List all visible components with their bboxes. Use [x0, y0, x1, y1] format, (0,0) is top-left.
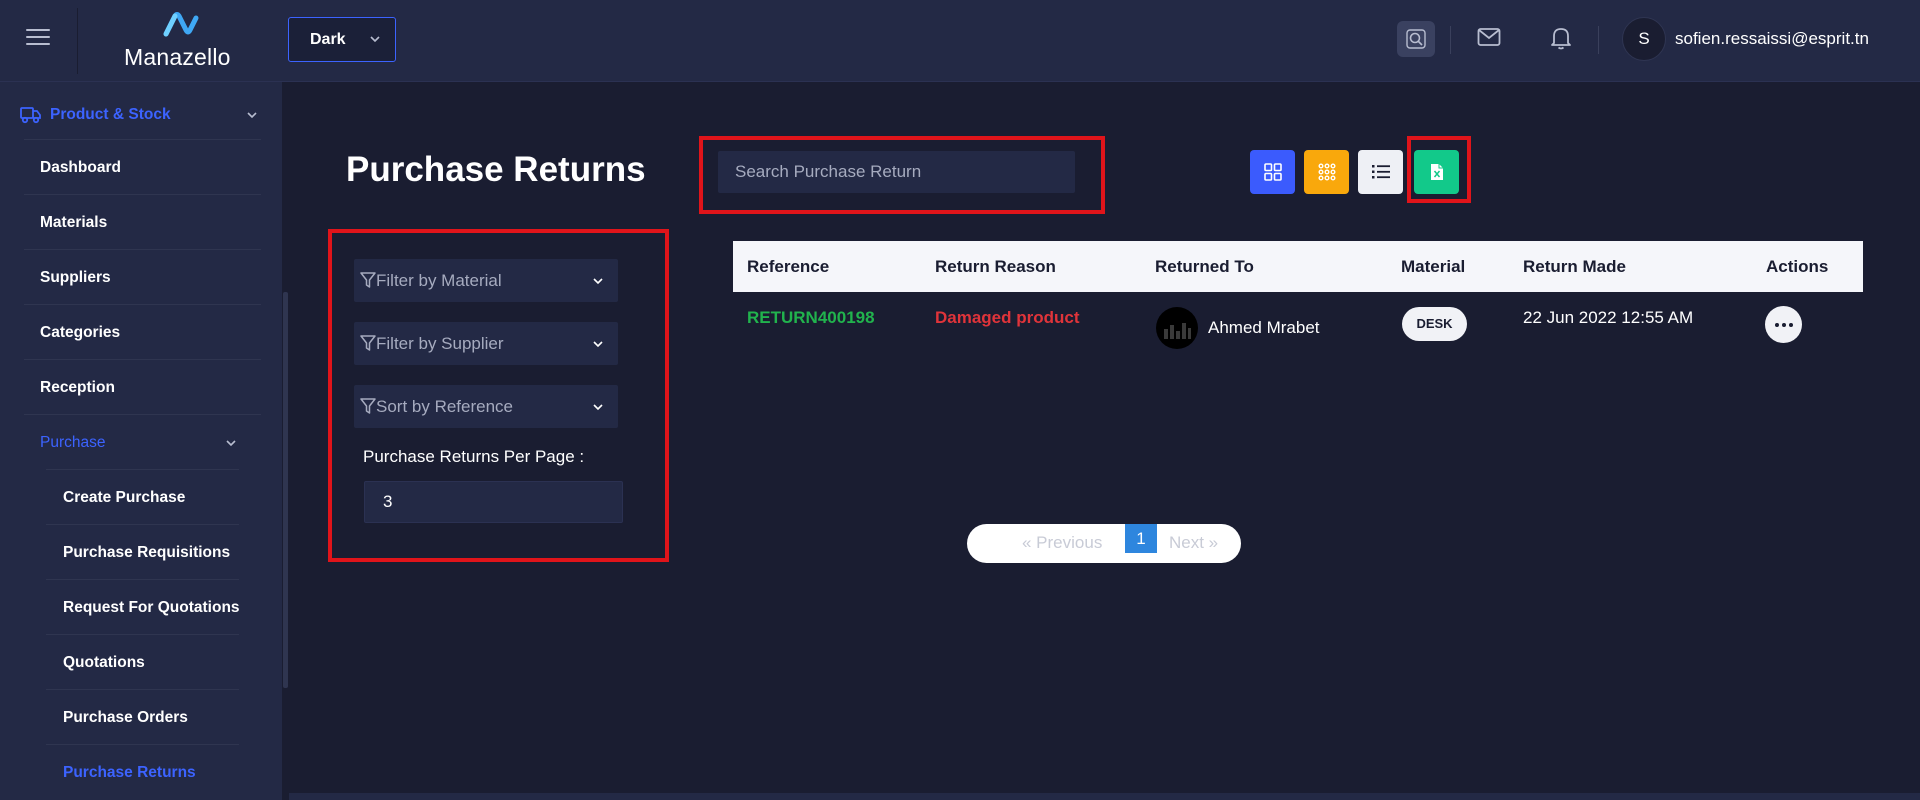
logo-mark-icon — [163, 12, 199, 37]
list-view-button[interactable] — [1358, 150, 1403, 194]
sidebar-item-label: Dashboard — [40, 159, 121, 176]
sidebar-subitem-label: Purchase Requisitions — [63, 544, 231, 561]
sidebar-subitem-purchase-orders[interactable]: Purchase Orders — [46, 689, 239, 744]
sidebar-group-product-stock[interactable]: Product & Stock — [18, 101, 263, 131]
sidebar-subitem-purchase-requisitions[interactable]: Purchase Requisitions — [46, 524, 239, 579]
header-search-button[interactable] — [1397, 21, 1435, 57]
row-return-reason: Damaged product — [935, 308, 1080, 327]
sidebar-item-label: Materials — [40, 214, 108, 231]
sidebar-group-label: Product & Stock — [50, 106, 171, 123]
filter-icon — [360, 398, 376, 414]
sort-reference-select[interactable]: Sort by Reference — [354, 385, 618, 428]
filter-icon — [360, 272, 376, 288]
row-actions-button[interactable] — [1765, 306, 1802, 343]
pagination-previous[interactable]: « Previous — [1022, 533, 1102, 553]
sidebar-item-label: Suppliers — [40, 269, 111, 286]
chevron-down-icon — [593, 341, 603, 348]
user-avatar — [1156, 307, 1198, 349]
user-email[interactable]: sofien.ressaissi@esprit.tn — [1675, 29, 1869, 49]
grid-icon — [1263, 163, 1282, 181]
column-header-actions: Actions — [1766, 257, 1829, 276]
sidebar-item-materials[interactable]: Materials — [24, 194, 261, 249]
material-badge: DESK — [1402, 307, 1467, 341]
sidebar-subitem-label: Request For Quotations — [63, 599, 240, 616]
pagination: « Previous 1 Next » — [967, 524, 1241, 563]
chevron-down-icon — [370, 36, 380, 43]
export-excel-button[interactable] — [1414, 150, 1459, 194]
grid-view-button[interactable] — [1250, 150, 1295, 194]
sidebar-item-purchase[interactable]: Purchase — [24, 414, 261, 469]
sidebar-subitem-label: Purchase Returns — [63, 764, 196, 781]
chevron-down-icon — [226, 440, 236, 447]
header-divider — [77, 8, 78, 74]
column-header-return-made[interactable]: Return Made — [1523, 257, 1626, 277]
theme-select-value: Dark — [310, 31, 346, 48]
excel-icon — [1430, 164, 1443, 180]
chevron-down-icon — [247, 112, 257, 119]
theme-select[interactable]: Dark — [288, 17, 396, 62]
sidebar-subitem-quotations[interactable]: Quotations — [46, 634, 239, 689]
truck-icon — [20, 107, 41, 124]
search-input[interactable] — [718, 151, 1075, 193]
sidebar-subitem-request-for-quotations[interactable]: Request For Quotations — [46, 579, 240, 634]
filter-material-label: Filter by Material — [376, 271, 502, 290]
sidebar-item-label: Purchase — [40, 434, 106, 451]
list-icon — [1371, 165, 1390, 179]
menu-icon[interactable] — [26, 29, 50, 49]
apps-view-button[interactable] — [1304, 150, 1349, 194]
per-page-label: Purchase Returns Per Page : — [363, 447, 585, 466]
header-separator — [1450, 26, 1451, 54]
bell-icon[interactable] — [1550, 26, 1572, 50]
sidebar-item-dashboard[interactable]: Dashboard — [24, 139, 261, 194]
sidebar-subitem-create-purchase[interactable]: Create Purchase — [46, 469, 239, 524]
chevron-down-icon — [593, 278, 603, 285]
bottom-scrollbar[interactable] — [289, 793, 1920, 800]
sidebar-item-label: Reception — [40, 379, 115, 396]
logo-text: Manazello — [124, 44, 231, 70]
filter-supplier-select[interactable]: Filter by Supplier — [354, 322, 618, 365]
pagination-page-current[interactable]: 1 — [1125, 524, 1157, 553]
sidebar: Product & Stock Dashboard Materials Supp… — [0, 82, 282, 800]
avatar-image-icon — [1164, 323, 1191, 339]
chevron-down-icon — [593, 404, 603, 411]
filter-icon — [360, 335, 376, 351]
column-header-reference[interactable]: Reference — [747, 257, 829, 277]
filter-material-select[interactable]: Filter by Material — [354, 259, 618, 302]
row-returned-to: Ahmed Mrabet — [1208, 318, 1320, 337]
sidebar-subitem-label: Create Purchase — [63, 489, 186, 506]
sidebar-scrollbar[interactable] — [283, 292, 288, 688]
header-separator — [1598, 26, 1599, 54]
row-reference-link[interactable]: RETURN400198 — [747, 308, 875, 328]
table-header: Reference Return Reason Returned To Mate… — [733, 241, 1863, 292]
page-title: Purchase Returns — [346, 150, 646, 189]
sidebar-item-suppliers[interactable]: Suppliers — [24, 249, 261, 304]
top-header: Manazello Dark S sofien.ressaissi@esprit… — [0, 0, 1920, 82]
per-page-input[interactable] — [364, 481, 623, 523]
column-header-material[interactable]: Material — [1401, 257, 1465, 277]
mail-icon[interactable] — [1477, 27, 1501, 47]
avatar[interactable]: S — [1622, 17, 1666, 61]
sidebar-item-reception[interactable]: Reception — [24, 359, 261, 414]
row-return-made: 22 Jun 2022 12:55 AM — [1523, 308, 1694, 327]
sidebar-subitem-purchase-returns[interactable]: Purchase Returns — [46, 744, 239, 799]
logo[interactable]: Manazello — [120, 10, 245, 70]
sort-reference-label: Sort by Reference — [376, 397, 514, 416]
column-header-returned-to[interactable]: Returned To — [1155, 257, 1254, 277]
apps-icon — [1318, 163, 1335, 181]
column-header-return-reason[interactable]: Return Reason — [935, 257, 1056, 277]
pagination-next[interactable]: Next » — [1169, 533, 1218, 553]
sidebar-subitem-label: Quotations — [63, 654, 145, 671]
sidebar-item-categories[interactable]: Categories — [24, 304, 261, 359]
sidebar-subitem-label: Purchase Orders — [63, 709, 188, 726]
search-icon — [1406, 29, 1426, 49]
filter-supplier-label: Filter by Supplier — [376, 334, 504, 353]
sidebar-item-label: Categories — [40, 324, 121, 341]
